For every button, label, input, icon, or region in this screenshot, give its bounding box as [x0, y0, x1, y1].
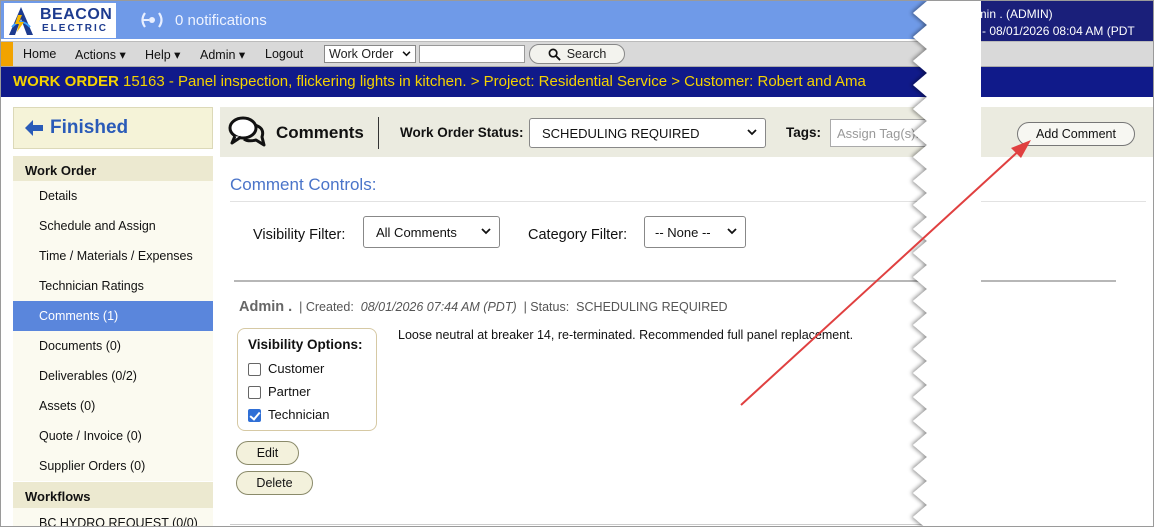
- comments-icon: [228, 116, 266, 147]
- search-type-value: Work Order: [329, 47, 394, 61]
- user-datetime: - 08/01/2026 08:04 AM (PDT: [982, 24, 1135, 38]
- search-icon: [548, 48, 561, 61]
- sidebar-item-comments[interactable]: Comments (1): [13, 301, 213, 331]
- category-filter-label: Category Filter:: [528, 227, 628, 243]
- comment-status-label: | Status:: [523, 300, 570, 314]
- work-order-description[interactable]: - Panel inspection, flickering lights in…: [165, 73, 866, 90]
- edit-button[interactable]: Edit: [236, 441, 299, 465]
- comment-divider: [234, 280, 1116, 282]
- created-value: 08/01/2026 07:44 AM (PDT): [360, 300, 517, 314]
- search-button[interactable]: Search: [529, 44, 625, 64]
- status-label: Work Order Status:: [400, 125, 524, 140]
- menu-admin[interactable]: Admin ▾: [200, 47, 245, 62]
- user-name: dmin . (ADMIN): [970, 7, 1053, 21]
- sidebar: Finished Work Order Details Schedule and…: [13, 107, 213, 526]
- category-filter-select[interactable]: -- None --: [644, 216, 746, 248]
- status-select-value: SCHEDULING REQUIRED: [542, 125, 700, 141]
- sidebar-item-details[interactable]: Details: [13, 181, 213, 211]
- company-logo[interactable]: BEACON ELECTRIC: [4, 3, 116, 38]
- section-workflows: Workflows: [13, 482, 213, 510]
- technician-label: Technician: [268, 407, 330, 422]
- page-title: Comments: [276, 123, 364, 142]
- category-filter-value: -- None --: [655, 224, 711, 240]
- sidebar-item-schedule[interactable]: Schedule and Assign: [13, 211, 213, 241]
- sidebar-item-technician-ratings[interactable]: Technician Ratings: [13, 271, 213, 301]
- search-type-select[interactable]: Work Order: [324, 45, 416, 63]
- work-order-status-select[interactable]: SCHEDULING REQUIRED: [529, 118, 766, 148]
- beacon-logo-icon: [9, 7, 33, 35]
- finished-label: Finished: [50, 117, 129, 138]
- menu-actions[interactable]: Actions ▾: [75, 47, 126, 62]
- sidebar-item-supplier-orders[interactable]: Supplier Orders (0): [13, 451, 213, 481]
- tags-label: Tags:: [786, 125, 822, 140]
- visibility-filter-select[interactable]: All Comments: [363, 216, 500, 248]
- comment-meta: Admin . | Created: 08/01/2026 07:44 AM (…: [239, 299, 728, 315]
- technician-checkbox[interactable]: [248, 409, 261, 422]
- content-bottom-border: [230, 524, 930, 525]
- torn-edge-decoration: [913, 1, 981, 526]
- visibility-options-title: Visibility Options:: [248, 337, 363, 352]
- toolbar-divider: [378, 117, 379, 149]
- sidebar-item-time-materials[interactable]: Time / Materials / Expenses: [13, 241, 213, 271]
- sidebar-item-quote-invoice[interactable]: Quote / Invoice (0): [13, 421, 213, 451]
- visibility-filter-label: Visibility Filter:: [253, 227, 346, 243]
- notification-signal-icon: [141, 12, 163, 28]
- menu-help[interactable]: Help ▾: [145, 47, 180, 62]
- sidebar-item-bc-hydro[interactable]: BC HYDRO REQUEST (0/0): [13, 508, 213, 526]
- chevron-down-icon: [727, 228, 737, 235]
- visibility-options: Visibility Options: Customer Partner Tec…: [237, 328, 377, 431]
- work-order-number: 15163: [123, 73, 165, 90]
- delete-button[interactable]: Delete: [236, 471, 313, 495]
- comment-author: Admin .: [239, 299, 293, 315]
- search-input[interactable]: [419, 45, 525, 63]
- divider: [230, 201, 1146, 202]
- search-button-label: Search: [566, 47, 607, 61]
- chevron-down-icon: [747, 129, 757, 136]
- comment-body: Loose neutral at breaker 14, re-terminat…: [398, 328, 854, 342]
- section-work-order: Work Order: [13, 156, 213, 184]
- app-window: BEACON ELECTRIC 0 notifications dmin . (…: [0, 0, 1154, 527]
- menu-accent: [1, 42, 13, 66]
- created-label: | Created:: [299, 300, 354, 314]
- visibility-filter-value: All Comments: [376, 224, 457, 240]
- customer-checkbox[interactable]: [248, 363, 261, 376]
- work-order-label: WORK ORDER: [13, 73, 119, 90]
- breadcrumb-text: WORK ORDER 15163 - Panel inspection, fli…: [13, 73, 866, 90]
- notifications-link[interactable]: 0 notifications: [139, 9, 267, 31]
- chevron-down-icon: [481, 228, 491, 235]
- brand-subname: ELECTRIC: [42, 23, 108, 34]
- chevron-down-icon: [402, 51, 411, 57]
- menu-home[interactable]: Home: [23, 47, 56, 61]
- arrow-left-icon: [25, 120, 43, 136]
- notifications-count: 0 notifications: [175, 11, 267, 29]
- sidebar-item-documents[interactable]: Documents (0): [13, 331, 213, 361]
- comments-toolbar: Comments Work Order Status: SCHEDULING R…: [220, 107, 1153, 157]
- sidebar-item-assets[interactable]: Assets (0): [13, 391, 213, 421]
- add-comment-button[interactable]: Add Comment: [1017, 122, 1135, 146]
- comment-status-value: SCHEDULING REQUIRED: [576, 300, 728, 314]
- menu-logout[interactable]: Logout: [265, 47, 303, 61]
- user-info: dmin . (ADMIN) - 08/01/2026 08:04 AM (PD…: [956, 1, 1153, 41]
- sidebar-item-deliverables[interactable]: Deliverables (0/2): [13, 361, 213, 391]
- partner-checkbox[interactable]: [248, 386, 261, 399]
- customer-label: Customer: [268, 361, 325, 376]
- brand-name: BEACON: [40, 6, 113, 23]
- comment-controls-title: Comment Controls:: [230, 175, 377, 194]
- finished-button[interactable]: Finished: [13, 107, 213, 149]
- partner-label: Partner: [268, 384, 311, 399]
